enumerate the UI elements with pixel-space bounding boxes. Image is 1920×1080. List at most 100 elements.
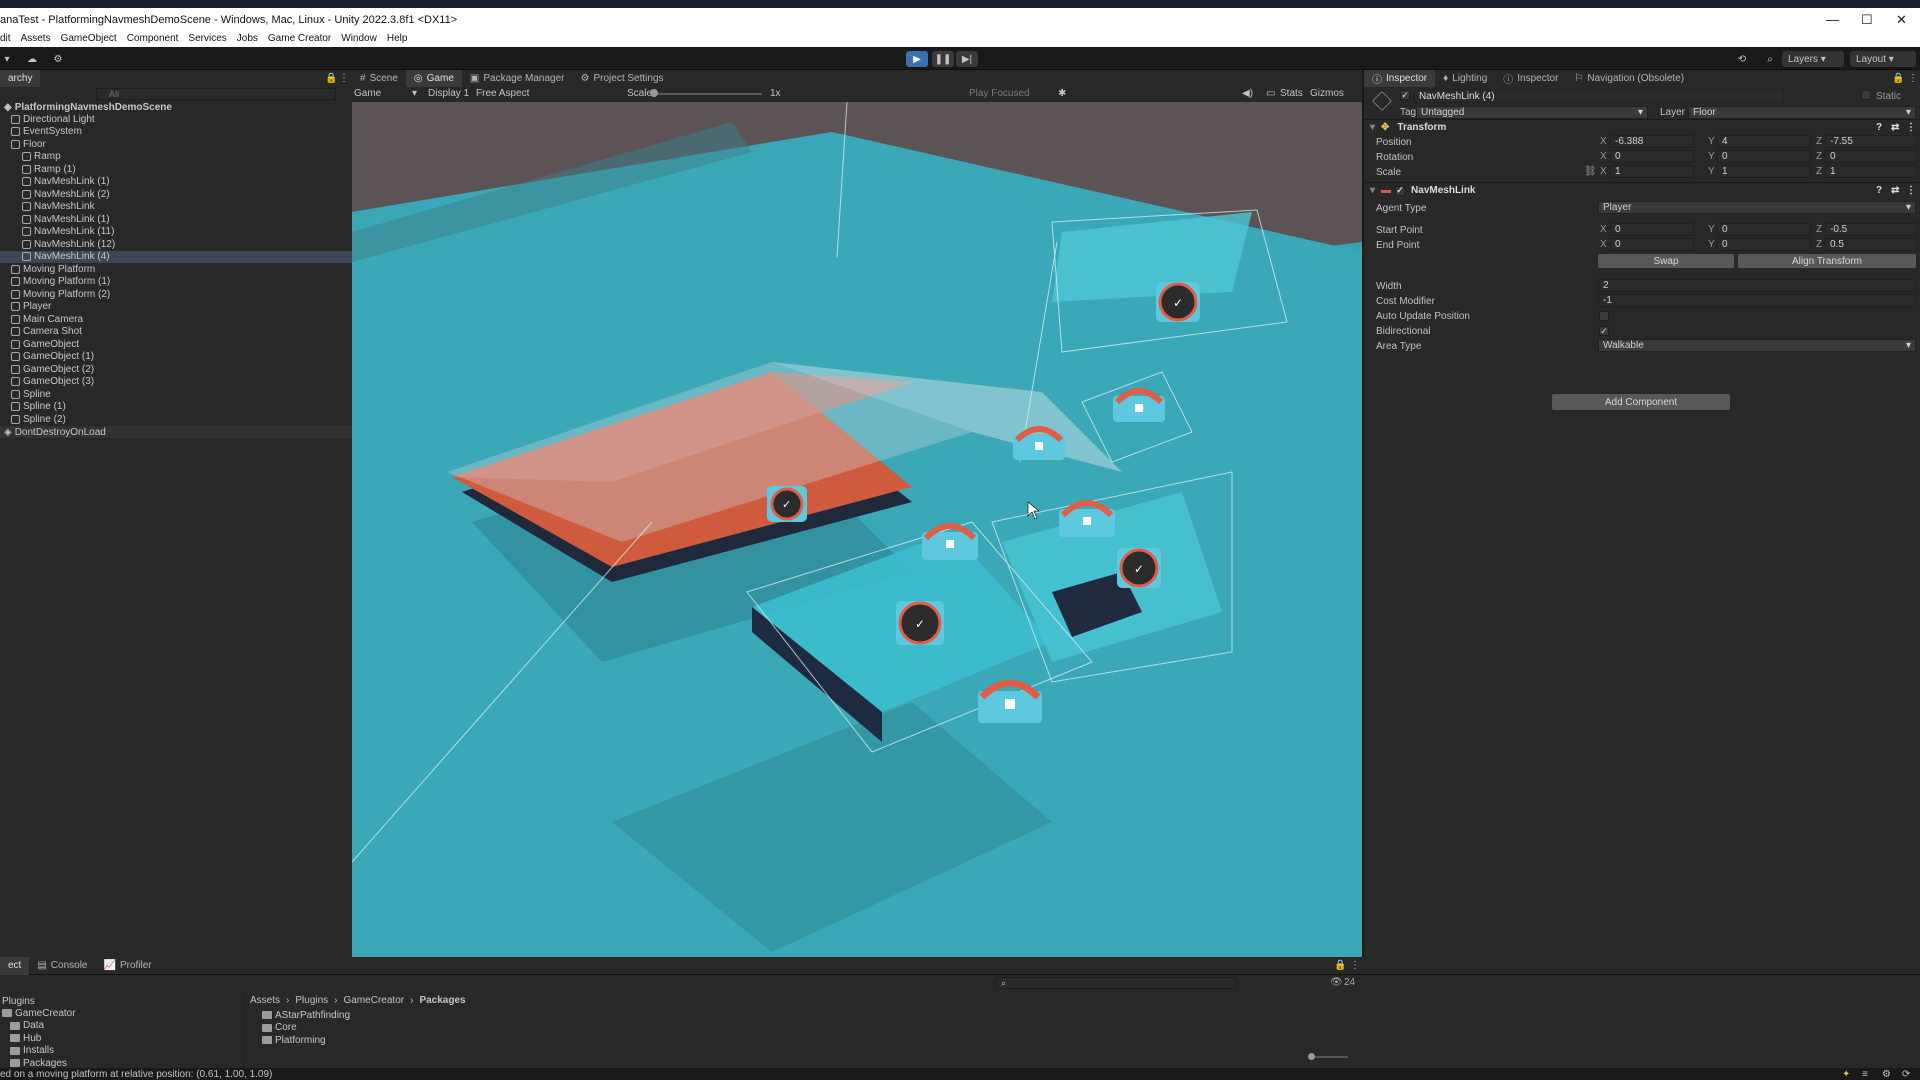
scale-slider-handle[interactable] (650, 89, 658, 97)
add-component-button[interactable]: Add Component (1552, 394, 1730, 410)
agent-type-dropdown[interactable]: Player ▾ (1598, 201, 1916, 214)
tab-scene[interactable]: # Scene (352, 70, 406, 88)
tab-hierarchy[interactable]: archy (0, 69, 41, 88)
tab-project[interactable]: ect (0, 956, 30, 975)
gizmos-button[interactable]: Gizmos (1310, 88, 1344, 99)
maximize-icon[interactable]: ☐ (1861, 12, 1873, 28)
menu-assets[interactable]: Assets (21, 33, 51, 44)
lightbulb-icon[interactable]: ✦ (1842, 1069, 1850, 1080)
swap-button[interactable]: Swap (1598, 254, 1734, 268)
account-dropdown[interactable]: ▾ (0, 51, 14, 67)
position-z-field[interactable] (1825, 135, 1917, 148)
hierarchy-item[interactable]: NavMeshLink (12) (0, 238, 352, 250)
hierarchy-item[interactable]: Main Camera (0, 313, 352, 325)
kebab-menu-icon[interactable]: ⋮ (1350, 960, 1360, 971)
step-button[interactable]: ▶| (956, 51, 978, 67)
cost-modifier-field[interactable] (1598, 294, 1916, 307)
breadcrumb-gamecreator[interactable]: GameCreator (344, 995, 405, 1006)
hierarchy-item[interactable]: Moving Platform (1) (0, 276, 352, 288)
menu-jobs[interactable]: Jobs (237, 33, 258, 44)
width-field[interactable] (1598, 279, 1916, 292)
kebab-menu-icon[interactable]: ⋮ (339, 73, 349, 84)
auto-update-checkbox[interactable] (1599, 311, 1609, 321)
menu-component[interactable]: Component (127, 33, 179, 44)
scale-x-field[interactable] (1610, 165, 1694, 178)
hierarchy-item[interactable]: GameObject (0, 338, 352, 350)
hierarchy-item[interactable]: NavMeshLink (2) (0, 188, 352, 200)
kebab-menu-icon[interactable]: ⋮ (1908, 73, 1918, 84)
hierarchy-item[interactable]: Moving Platform (0, 263, 352, 275)
navmeshlink-header[interactable]: ▾ ▬ ✓ NavMeshLink ? ⇄ ⋮ (1364, 182, 1920, 198)
hierarchy-item[interactable]: NavMeshLink (11) (0, 226, 352, 238)
network-icon[interactable]: ≡ (1862, 1069, 1868, 1080)
layers-dropdown[interactable]: Layers ▾ (1782, 51, 1844, 67)
breadcrumb-packages[interactable]: Packages (419, 995, 465, 1006)
scene-root[interactable]: ◈ PlatformingNavmeshDemoScene (0, 101, 352, 113)
hierarchy-item[interactable]: NavMeshLink (4) (0, 250, 352, 263)
component-enabled-checkbox[interactable]: ✓ (1395, 185, 1406, 196)
folder-list-item[interactable]: Core (262, 1022, 297, 1034)
pause-button[interactable]: ❚❚ (932, 51, 954, 67)
preset-icon[interactable]: ⇄ (1891, 185, 1899, 196)
tab-inspector[interactable]: ⓘ Inspector (1364, 69, 1436, 88)
lock-icon[interactable]: 🔒 (325, 73, 337, 84)
tab-console[interactable]: ▤ Console (29, 957, 95, 975)
project-search-input[interactable] (996, 977, 1236, 989)
menu-edit[interactable]: dit (0, 33, 11, 44)
tab-inspector-2[interactable]: ⓘ Inspector (1495, 70, 1566, 88)
menu-window[interactable]: Window (341, 33, 377, 44)
scale-y-field[interactable] (1717, 165, 1811, 178)
hierarchy-item[interactable]: NavMeshLink (0, 201, 352, 213)
project-tree-item[interactable]: GameCreator (2, 1007, 76, 1019)
lock-icon[interactable]: 🔒 (1892, 73, 1904, 84)
tab-game[interactable]: ◎ Game (405, 69, 462, 88)
lock-icon[interactable]: 🔒 (1334, 960, 1346, 971)
stats-button[interactable]: Stats (1280, 88, 1303, 99)
menu-help[interactable]: Help (387, 33, 408, 44)
dontdestroy-root[interactable]: ◈ DontDestroyOnLoad (0, 426, 352, 438)
rotation-x-field[interactable] (1610, 150, 1694, 163)
tab-profiler[interactable]: 📈 Profiler (96, 957, 160, 975)
cloud-icon[interactable]: ☁ (24, 51, 40, 67)
hierarchy-item[interactable]: GameObject (3) (0, 376, 352, 388)
rotation-z-field[interactable] (1825, 150, 1917, 163)
transform-header[interactable]: ▾ ✥ Transform ? ⇄ ⋮ (1364, 119, 1920, 135)
scale-z-field[interactable] (1825, 165, 1917, 178)
project-tree-item[interactable]: Hub (10, 1032, 41, 1044)
link-icon[interactable]: ⛓ (1584, 166, 1597, 177)
hierarchy-item[interactable]: NavMeshLink (1) (0, 176, 352, 188)
kebab-menu-icon[interactable]: ⋮ (1906, 185, 1916, 196)
menu-gameobject[interactable]: GameObject (61, 33, 117, 44)
tag-dropdown[interactable]: Untagged ▾ (1416, 106, 1648, 119)
collab-icon[interactable]: ⚙ (50, 51, 66, 67)
menu-game-creator[interactable]: Game Creator (268, 33, 331, 44)
breadcrumb-plugins[interactable]: Plugins (295, 995, 328, 1006)
active-checkbox[interactable]: ✓ (1400, 90, 1410, 100)
hierarchy-item[interactable]: Ramp (1) (0, 163, 352, 175)
position-x-field[interactable] (1610, 135, 1694, 148)
end-z-field[interactable] (1825, 238, 1917, 251)
display-dropdown[interactable]: Display 1 (428, 88, 469, 99)
hierarchy-search-input[interactable] (96, 88, 336, 100)
bug-icon[interactable]: ✱ (1058, 88, 1066, 99)
folder-list-item[interactable]: Platforming (262, 1034, 326, 1046)
hierarchy-item[interactable]: Spline (2) (0, 413, 352, 425)
history-icon[interactable]: ⟲ (1734, 51, 1750, 67)
settings-icon[interactable]: ⚙ (1882, 1069, 1891, 1080)
hidden-packages-icon[interactable]: 👁 (1330, 977, 1343, 988)
tab-navigation[interactable]: ⚐ Navigation (Obsolete) (1566, 70, 1692, 88)
play-focused-dropdown[interactable]: Play Focused (969, 88, 1030, 99)
start-z-field[interactable] (1825, 223, 1917, 236)
tree-root[interactable]: Plugins (2, 995, 35, 1007)
display-stats-icon[interactable]: ▭ (1266, 88, 1275, 99)
close-icon[interactable]: ✕ (1896, 12, 1907, 28)
end-x-field[interactable] (1610, 238, 1694, 251)
hierarchy-item[interactable]: GameObject (1) (0, 351, 352, 363)
layout-dropdown[interactable]: Layout ▾ (1850, 51, 1916, 67)
tab-lighting[interactable]: ♦ Lighting (1435, 70, 1495, 88)
minimize-icon[interactable]: — (1826, 12, 1839, 27)
hierarchy-item[interactable]: Spline (1) (0, 401, 352, 413)
audio-icon[interactable]: ◀) (1242, 88, 1253, 99)
sync-icon[interactable]: ⟳ (1902, 1069, 1910, 1080)
hierarchy-item[interactable]: Ramp (0, 151, 352, 163)
